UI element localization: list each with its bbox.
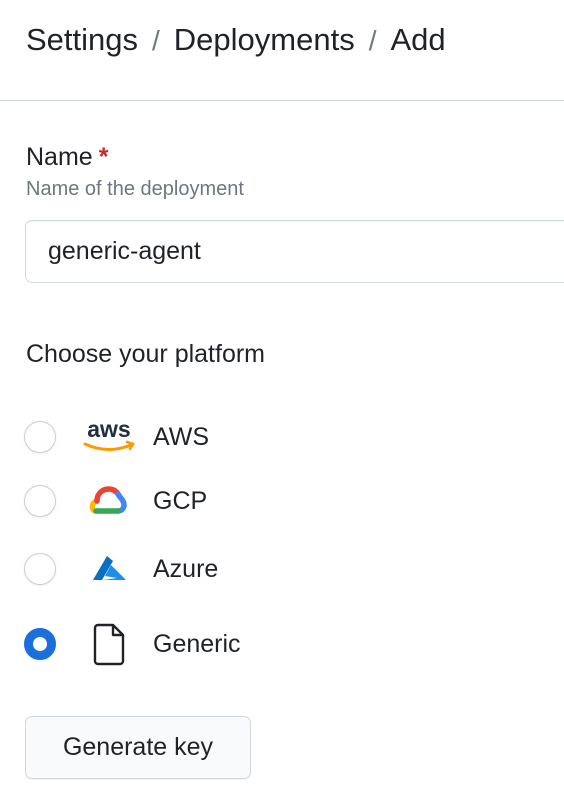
platform-option-azure[interactable]: Azure	[24, 547, 354, 591]
azure-option-label: Azure	[153, 555, 219, 583]
aws-option-label: AWS	[153, 423, 210, 451]
platform-option-aws[interactable]: aws AWS	[24, 415, 354, 459]
aws-radio[interactable]	[24, 421, 56, 453]
file-icon	[80, 622, 138, 666]
azure-logo-icon	[80, 547, 138, 591]
required-indicator: *	[98, 143, 109, 171]
platform-option-gcp[interactable]: GCP	[24, 479, 354, 523]
name-field-label: Name *	[26, 141, 108, 173]
azure-radio[interactable]	[24, 553, 56, 585]
breadcrumb-settings-link[interactable]: Settings	[26, 22, 138, 57]
gcp-cloud-icon	[80, 479, 138, 523]
breadcrumb-deployments-link[interactable]: Deployments	[174, 22, 355, 57]
breadcrumb-current-page: Add	[390, 22, 446, 57]
header-divider	[0, 100, 564, 101]
gcp-radio[interactable]	[24, 485, 56, 517]
deployment-name-input[interactable]	[25, 220, 564, 283]
breadcrumb-separator: /	[152, 25, 160, 56]
aws-logo-text: aws	[87, 416, 130, 442]
generic-radio[interactable]	[24, 628, 56, 660]
name-field-help: Name of the deployment	[26, 178, 244, 200]
gcp-option-label: GCP	[153, 487, 208, 515]
name-label-text: Name	[26, 143, 93, 171]
generic-option-label: Generic	[153, 630, 241, 658]
platform-section-title: Choose your platform	[26, 340, 266, 368]
breadcrumb-separator: /	[368, 25, 377, 56]
aws-logo-icon: aws	[80, 415, 138, 459]
platform-option-generic[interactable]: Generic	[24, 622, 354, 666]
breadcrumb: Settings / Deployments / Add	[26, 20, 446, 61]
generate-key-button[interactable]: Generate key	[25, 716, 251, 779]
